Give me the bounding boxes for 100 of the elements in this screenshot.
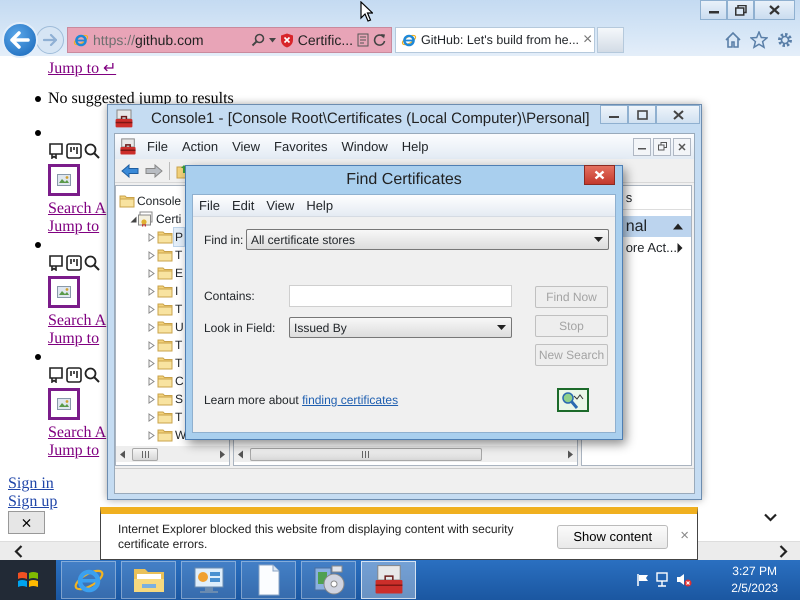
minimize-button[interactable]	[700, 0, 727, 20]
start-button[interactable]	[0, 560, 56, 600]
jump-link[interactable]: Jump to	[48, 218, 100, 235]
close-button[interactable]	[656, 105, 700, 124]
search-link[interactable]: Search A	[48, 312, 106, 329]
url-text[interactable]: https://github.com	[93, 30, 204, 50]
menu-item[interactable]: Help	[300, 196, 340, 216]
minimize-button[interactable]	[600, 105, 628, 124]
horizontal-scrollbar[interactable]	[116, 446, 229, 462]
tree-item[interactable]: U	[174, 318, 185, 336]
star-icon[interactable]	[750, 31, 768, 49]
close-button[interactable]: ×	[680, 525, 689, 548]
scroll-down-icon[interactable]	[764, 513, 777, 522]
board-icon[interactable]	[66, 255, 82, 271]
tree-item[interactable]: T	[174, 354, 184, 372]
menu-item[interactable]: Help	[394, 136, 436, 156]
taskbar-button[interactable]	[181, 561, 236, 599]
menu-item[interactable]: Edit	[226, 196, 260, 216]
certificate-error-text[interactable]: Certific...	[298, 30, 353, 50]
sign-in-link[interactable]: Sign in	[8, 475, 54, 492]
tree-item[interactable]: Certi	[155, 210, 182, 228]
menu-item[interactable]: View	[260, 196, 300, 216]
close-button[interactable]	[673, 138, 691, 156]
board-icon[interactable]	[66, 367, 82, 383]
maximize-button[interactable]	[628, 105, 656, 124]
menu-item[interactable]: Action	[174, 136, 226, 156]
menu-item[interactable]: File	[140, 136, 175, 156]
caret-icon[interactable]	[268, 38, 276, 42]
right-arrow-icon[interactable]	[218, 450, 226, 458]
menu-item[interactable]: File	[193, 196, 226, 216]
jump-link[interactable]: Jump to ↵	[48, 60, 116, 77]
menu-item[interactable]: Favorites	[267, 136, 335, 156]
taskbar-button[interactable]	[361, 561, 416, 599]
clock[interactable]: 3:27 PM 2/5/2023	[731, 563, 778, 597]
find-in-dropdown[interactable]: All certificate stores	[246, 229, 609, 250]
collapse-arrow-icon[interactable]	[673, 223, 683, 230]
close-button[interactable]	[754, 0, 795, 20]
sign-up-link[interactable]: Sign up	[8, 493, 58, 510]
scroll-thumb[interactable]	[250, 448, 482, 460]
image-link[interactable]	[48, 388, 80, 420]
menu-item[interactable]: View	[225, 136, 268, 156]
tree-item[interactable]: T	[174, 336, 184, 354]
scroll-left-icon[interactable]	[14, 544, 23, 558]
help-link[interactable]: finding certificates	[302, 393, 398, 407]
refresh-icon[interactable]	[373, 33, 386, 47]
expanded-arrow-icon[interactable]	[129, 214, 138, 224]
home-icon[interactable]	[724, 31, 742, 49]
close-tab-button[interactable]: ×	[583, 28, 592, 52]
search-icon[interactable]	[84, 143, 100, 159]
tree-item[interactable]: P	[174, 228, 184, 246]
address-bar[interactable]: https://github.com Certific...	[67, 27, 392, 53]
taskbar-button[interactable]	[241, 561, 296, 599]
scroll-right-icon[interactable]	[779, 544, 788, 558]
show-content-button[interactable]: Show content	[557, 524, 668, 548]
back-arrow-icon[interactable]	[121, 164, 139, 178]
tree-item[interactable]: C	[174, 372, 185, 390]
repo-icon[interactable]	[48, 255, 64, 271]
tree-item[interactable]: T	[174, 300, 184, 318]
jump-link[interactable]: Jump to	[48, 442, 100, 459]
tree-item[interactable]: Console	[136, 192, 182, 210]
horizontal-scrollbar[interactable]	[234, 446, 577, 462]
tree-item[interactable]: I	[174, 282, 180, 300]
repo-icon[interactable]	[48, 367, 64, 383]
close-button[interactable]: ×	[8, 511, 45, 534]
right-arrow-icon[interactable]	[566, 450, 574, 458]
more-actions-link[interactable]: ore Act...	[626, 238, 677, 258]
contains-field[interactable]	[289, 285, 512, 307]
flag-icon[interactable]	[636, 573, 650, 587]
search-link[interactable]: Search A	[48, 424, 106, 441]
close-button[interactable]	[584, 165, 615, 185]
tree-item[interactable]: T	[174, 246, 184, 264]
restore-icon	[658, 142, 666, 151]
settings-icon[interactable]	[776, 31, 794, 49]
browser-tab[interactable]: GitHub: Let's build from he... ×	[395, 27, 595, 53]
repo-icon[interactable]	[48, 143, 64, 159]
compatibility-icon[interactable]	[357, 33, 369, 47]
left-arrow-icon[interactable]	[236, 450, 244, 458]
search-icon[interactable]	[84, 367, 100, 383]
taskbar-button[interactable]	[301, 561, 356, 599]
restore-button[interactable]	[653, 138, 671, 156]
image-link[interactable]	[48, 276, 80, 308]
tree-item[interactable]: S	[174, 390, 184, 408]
image-link[interactable]	[48, 164, 80, 196]
taskbar-button[interactable]	[121, 561, 176, 599]
forward-arrow-icon[interactable]	[145, 164, 163, 178]
minimize-button[interactable]	[633, 138, 651, 156]
board-icon[interactable]	[66, 143, 82, 159]
scroll-thumb[interactable]	[132, 448, 158, 460]
back-button[interactable]	[2, 22, 38, 58]
jump-link[interactable]: Jump to	[48, 330, 100, 347]
search-icon[interactable]	[84, 255, 100, 271]
tree-item[interactable]: E	[174, 264, 184, 282]
menu-item[interactable]: Window	[334, 136, 395, 156]
volume-muted-icon[interactable]	[676, 572, 692, 588]
left-arrow-icon[interactable]	[119, 450, 126, 458]
search-link[interactable]: Search A	[48, 200, 106, 217]
look-in-dropdown[interactable]: Issued By	[289, 317, 512, 338]
tree-item[interactable]: T	[174, 408, 184, 426]
maximize-button[interactable]	[727, 0, 754, 20]
submenu-arrow-icon[interactable]	[677, 243, 683, 253]
